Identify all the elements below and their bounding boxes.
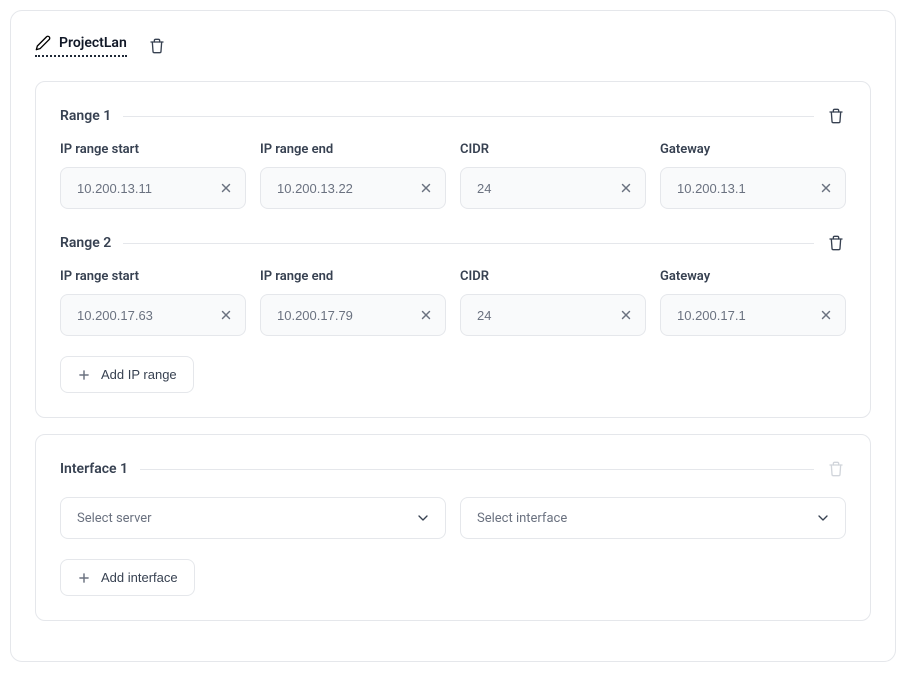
field-ip-start: IP range start bbox=[60, 142, 246, 209]
label-cidr: CIDR bbox=[460, 142, 646, 157]
interfaces-card: Interface 1 Select server Select interfa… bbox=[35, 434, 871, 621]
close-icon bbox=[619, 181, 633, 195]
add-ip-range-label: Add IP range bbox=[101, 367, 177, 382]
label-ip-start: IP range start bbox=[60, 269, 246, 284]
input-cidr-wrap bbox=[460, 294, 646, 336]
field-cidr: CIDR bbox=[460, 142, 646, 209]
field-ip-end: IP range end bbox=[260, 142, 446, 209]
project-title-group[interactable]: ProjectLan bbox=[35, 35, 127, 57]
label-cidr: CIDR bbox=[460, 269, 646, 284]
delete-project-button[interactable] bbox=[147, 36, 167, 56]
interface-fields: Select server Select interface bbox=[60, 497, 846, 539]
input-ip-start-wrap bbox=[60, 294, 246, 336]
trash-icon bbox=[828, 108, 844, 124]
input-ip-start[interactable] bbox=[77, 181, 217, 196]
label-ip-start: IP range start bbox=[60, 142, 246, 157]
input-ip-end[interactable] bbox=[277, 308, 417, 323]
label-gateway: Gateway bbox=[660, 142, 846, 157]
close-icon bbox=[219, 308, 233, 322]
range-block: Range 1 IP range start bbox=[60, 106, 846, 209]
delete-interface-button bbox=[826, 459, 846, 479]
delete-range-button[interactable] bbox=[826, 233, 846, 253]
interface-header: Interface 1 bbox=[60, 459, 846, 479]
close-icon bbox=[819, 181, 833, 195]
range-title: Range 2 bbox=[60, 235, 111, 251]
label-ip-end: IP range end bbox=[260, 142, 446, 157]
panel-header: ProjectLan bbox=[35, 35, 871, 57]
range-header: Range 2 bbox=[60, 233, 846, 253]
clear-cidr-button[interactable] bbox=[617, 306, 635, 324]
input-ip-end-wrap bbox=[260, 167, 446, 209]
add-interface-button[interactable]: Add interface bbox=[60, 559, 195, 596]
range-header: Range 1 bbox=[60, 106, 846, 126]
close-icon bbox=[819, 308, 833, 322]
input-gateway[interactable] bbox=[677, 181, 817, 196]
input-gateway[interactable] bbox=[677, 308, 817, 323]
edit-icon bbox=[35, 35, 51, 51]
add-ip-range-button[interactable]: Add IP range bbox=[60, 356, 194, 393]
add-interface-label: Add interface bbox=[101, 570, 178, 585]
close-icon bbox=[619, 308, 633, 322]
field-ip-end: IP range end bbox=[260, 269, 446, 336]
field-ip-start: IP range start bbox=[60, 269, 246, 336]
clear-gateway-button[interactable] bbox=[817, 179, 835, 197]
clear-ip-end-button[interactable] bbox=[417, 306, 435, 324]
select-interface[interactable]: Select interface bbox=[460, 497, 846, 539]
field-gateway: Gateway bbox=[660, 142, 846, 209]
divider bbox=[123, 116, 814, 117]
input-ip-end-wrap bbox=[260, 294, 446, 336]
close-icon bbox=[419, 181, 433, 195]
select-server[interactable]: Select server bbox=[60, 497, 446, 539]
input-ip-end[interactable] bbox=[277, 181, 417, 196]
divider bbox=[123, 243, 814, 244]
trash-icon bbox=[149, 38, 165, 54]
label-gateway: Gateway bbox=[660, 269, 846, 284]
select-server-placeholder: Select server bbox=[77, 511, 152, 526]
input-cidr[interactable] bbox=[477, 181, 617, 196]
ranges-card: Range 1 IP range start bbox=[35, 81, 871, 418]
plus-icon bbox=[77, 368, 91, 382]
chevron-down-icon bbox=[415, 510, 431, 526]
trash-icon bbox=[828, 235, 844, 251]
input-gateway-wrap bbox=[660, 167, 846, 209]
field-gateway: Gateway bbox=[660, 269, 846, 336]
chevron-down-icon bbox=[815, 510, 831, 526]
input-cidr[interactable] bbox=[477, 308, 617, 323]
field-cidr: CIDR bbox=[460, 269, 646, 336]
plus-icon bbox=[77, 571, 91, 585]
project-name: ProjectLan bbox=[59, 35, 127, 51]
close-icon bbox=[419, 308, 433, 322]
input-cidr-wrap bbox=[460, 167, 646, 209]
range-block: Range 2 IP range start bbox=[60, 233, 846, 336]
clear-cidr-button[interactable] bbox=[617, 179, 635, 197]
interface-title: Interface 1 bbox=[60, 461, 128, 477]
input-gateway-wrap bbox=[660, 294, 846, 336]
range-fields: IP range start IP range end bbox=[60, 269, 846, 336]
close-icon bbox=[219, 181, 233, 195]
clear-ip-end-button[interactable] bbox=[417, 179, 435, 197]
trash-icon bbox=[828, 461, 844, 477]
delete-range-button[interactable] bbox=[826, 106, 846, 126]
range-fields: IP range start IP range end bbox=[60, 142, 846, 209]
range-title: Range 1 bbox=[60, 108, 111, 124]
clear-ip-start-button[interactable] bbox=[217, 306, 235, 324]
divider bbox=[140, 469, 814, 470]
clear-ip-start-button[interactable] bbox=[217, 179, 235, 197]
clear-gateway-button[interactable] bbox=[817, 306, 835, 324]
input-ip-start-wrap bbox=[60, 167, 246, 209]
select-interface-placeholder: Select interface bbox=[477, 511, 567, 526]
label-ip-end: IP range end bbox=[260, 269, 446, 284]
network-config-panel: ProjectLan Range 1 bbox=[10, 10, 896, 662]
input-ip-start[interactable] bbox=[77, 308, 217, 323]
